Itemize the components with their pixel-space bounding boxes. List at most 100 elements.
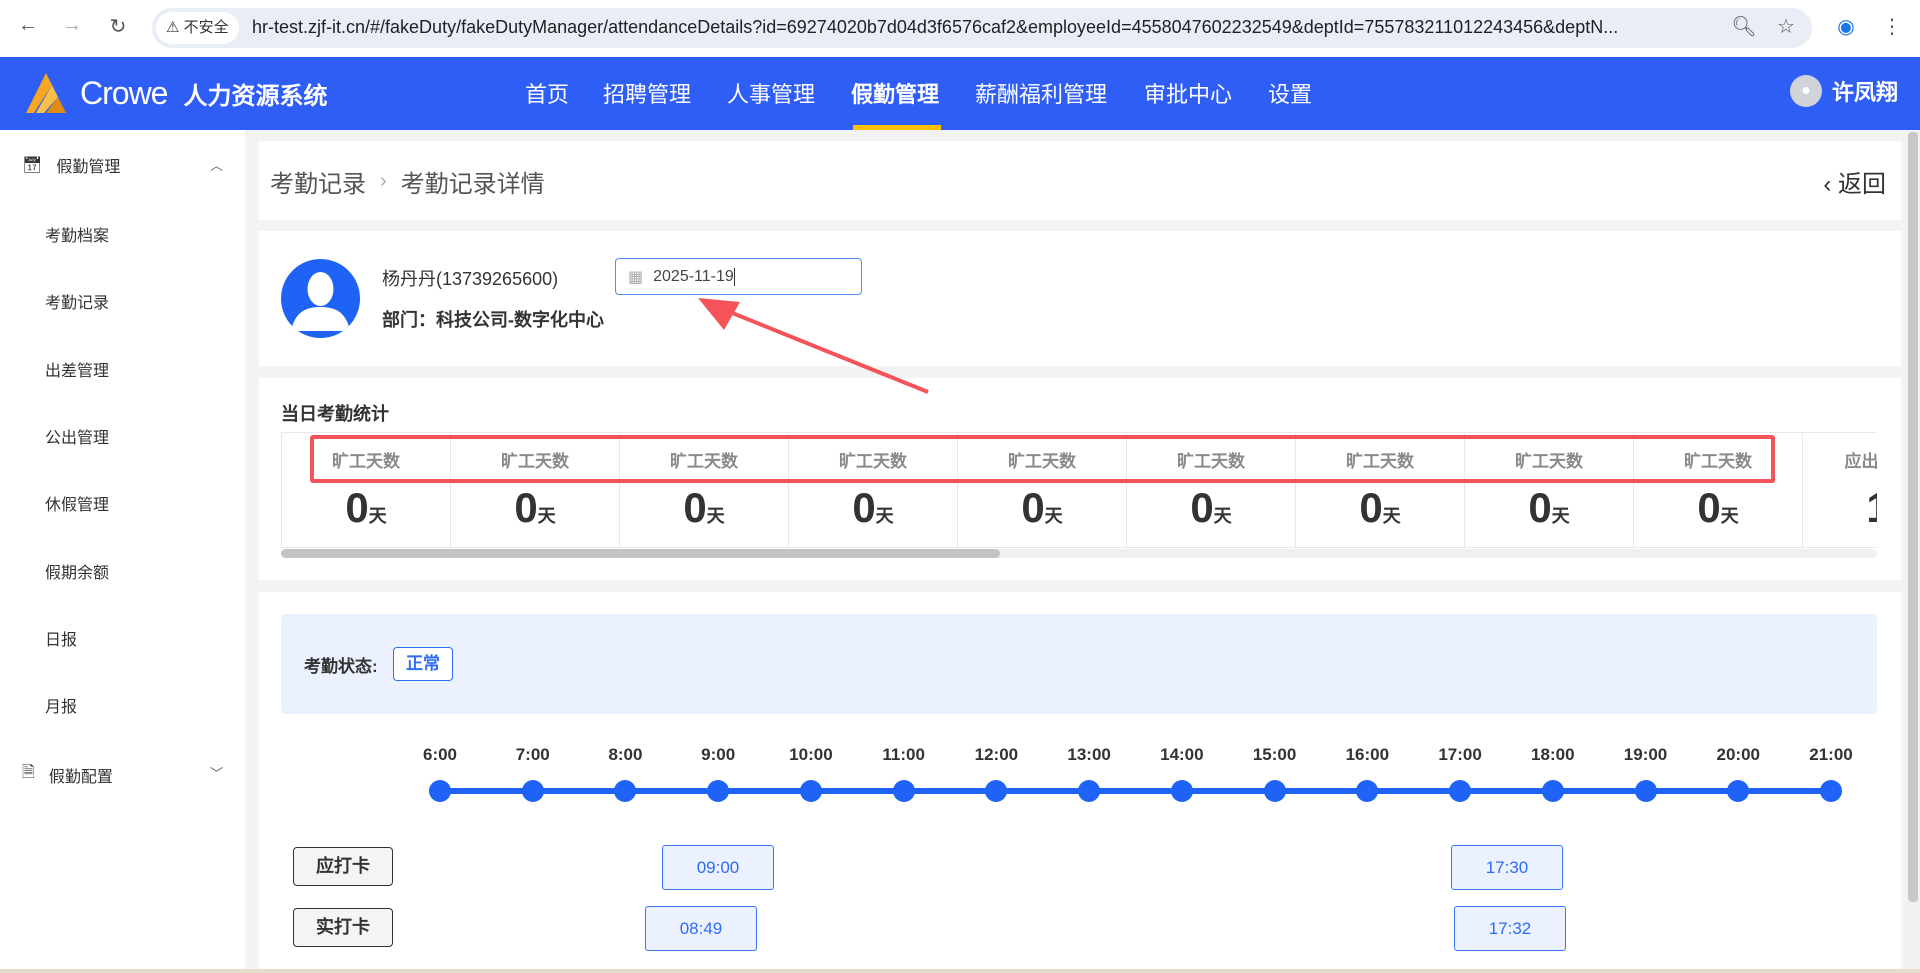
- timeline-dot: [1634, 780, 1657, 802]
- stat-number: 0: [514, 484, 538, 531]
- timeline-dot: [1820, 780, 1842, 802]
- timeline-dot: [1170, 780, 1193, 802]
- profile-icon[interactable]: ◉: [1832, 14, 1860, 39]
- chevron-up-icon[interactable]: ︿: [210, 155, 223, 174]
- calendar-icon: ▦: [628, 268, 644, 286]
- stats-title: 当日考勤统计: [281, 404, 389, 424]
- stat-number: 1: [1866, 484, 1877, 531]
- sidebar-item-official-outing[interactable]: 公出管理: [45, 424, 109, 448]
- url-text[interactable]: hr-test.zjf-it.cn/#/fakeDuty/fakeDutyMan…: [252, 17, 1618, 38]
- crowe-logo-icon: [26, 73, 66, 113]
- nav-approval[interactable]: 审批中心: [1144, 77, 1232, 109]
- stat-unit: 天: [1382, 506, 1401, 526]
- user-avatar-icon: ●: [1789, 75, 1822, 107]
- chevron-down-icon[interactable]: ﹀: [210, 763, 223, 782]
- timeline-hour-label: 10:00: [789, 745, 833, 764]
- horizontal-scrollbar-thumb[interactable]: [281, 549, 1000, 558]
- back-button[interactable]: ‹ 返回: [1823, 164, 1886, 199]
- actual-punch-button[interactable]: 实打卡: [293, 908, 393, 947]
- timeline-hour-label: 19:00: [1623, 745, 1668, 764]
- status-label: 考勤状态:: [304, 657, 378, 676]
- scheduled-time-in: 09:00: [662, 845, 774, 890]
- stat-number: 0: [1190, 484, 1214, 531]
- annotation-arrow: [698, 298, 929, 394]
- timeline-dot: [1449, 780, 1472, 802]
- sidebar-item-daily-report[interactable]: 日报: [45, 626, 77, 650]
- stat-unit: 天: [875, 506, 894, 526]
- annotation-highlight-box: [310, 435, 1775, 483]
- nav-payroll[interactable]: 薪酬福利管理: [975, 77, 1107, 109]
- sidebar-item-business-trip[interactable]: 出差管理: [45, 357, 109, 381]
- nav-home[interactable]: 首页: [525, 77, 569, 109]
- forward-arrow-icon[interactable]: →: [58, 14, 86, 37]
- actual-time-in: 08:49: [645, 906, 757, 951]
- stat-number: 0: [1697, 484, 1721, 531]
- stat-value: 0天: [620, 484, 788, 532]
- stat-unit: 天: [537, 506, 556, 526]
- sidebar: 📅︎ 假勤管理 ︿ 考勤档案 考勤记录 出差管理 公出管理 休假管理 假期余额 …: [0, 130, 245, 973]
- stat-number: 0: [683, 484, 707, 531]
- timeline-dot: [521, 780, 544, 802]
- sidebar-group-label: 假勤管理: [56, 159, 121, 176]
- document-search-icon: 🗎: [22, 764, 35, 781]
- nav-attendance[interactable]: 假勤管理: [851, 77, 939, 109]
- menu-dots-icon[interactable]: ⋮: [1878, 14, 1906, 39]
- stat-unit: 天: [706, 506, 725, 526]
- back-arrow-icon[interactable]: ←: [14, 14, 42, 37]
- stat-unit: 天: [1213, 506, 1232, 526]
- sidebar-item-leave[interactable]: 休假管理: [45, 491, 109, 515]
- timeline-hour-label: 20:00: [1716, 745, 1760, 764]
- scheduled-punch-button[interactable]: 应打卡: [293, 847, 393, 886]
- sidebar-group-attendance[interactable]: 📅︎ 假勤管理: [22, 153, 120, 177]
- stat-value: 1天: [1803, 484, 1877, 532]
- timeline-hour-label: 14:00: [1160, 745, 1204, 764]
- stat-label: 应出勤天数: [1844, 452, 1878, 471]
- user-name: 许凤翔: [1831, 80, 1898, 105]
- employee-department: 部门：科技公司-数字化中心: [382, 310, 604, 330]
- sidebar-item-attendance-archive[interactable]: 考勤档案: [45, 222, 109, 246]
- sidebar-item-attendance-records[interactable]: 考勤记录: [45, 289, 109, 313]
- sidebar-item-leave-balance[interactable]: 假期余额: [45, 559, 109, 583]
- timeline-hour-label: 13:00: [1067, 745, 1111, 764]
- stat-value: 0天: [1296, 484, 1464, 532]
- stat-number: 0: [345, 484, 369, 531]
- bookmark-star-icon[interactable]: ☆: [1772, 14, 1800, 39]
- stat-unit: 天: [368, 506, 387, 526]
- stat-value: 0天: [282, 484, 450, 532]
- stat-value: 0天: [1465, 484, 1633, 532]
- chevron-left-icon: ‹: [1823, 171, 1832, 198]
- user-menu[interactable]: ● 许凤翔: [1789, 75, 1898, 107]
- sidebar-group-config[interactable]: 🗎 假勤配置: [22, 761, 113, 788]
- security-chip[interactable]: ⚠ 不安全: [156, 12, 239, 44]
- stat-value: 0天: [958, 484, 1126, 532]
- stat-value: 0天: [1127, 484, 1295, 532]
- nav-personnel[interactable]: 人事管理: [727, 77, 815, 109]
- timeline-hour-label: 17:00: [1438, 745, 1482, 764]
- timeline-hour-label: 9:00: [701, 745, 736, 764]
- nav-recruitment[interactable]: 招聘管理: [603, 77, 691, 109]
- zoom-icon[interactable]: 🔍︎: [1730, 14, 1758, 39]
- nav-settings[interactable]: 设置: [1268, 77, 1312, 109]
- security-label: 不安全: [183, 19, 229, 36]
- logo[interactable]: Crowe 人力资源系统: [22, 71, 327, 115]
- active-nav-indicator: [853, 125, 941, 130]
- status-badge: 正常: [393, 647, 453, 681]
- stat-cell: 应出勤天数 1天: [1802, 433, 1878, 547]
- breadcrumb: 考勤记录 › 考勤记录详情: [270, 164, 545, 199]
- scheduled-time-out: 17:30: [1451, 845, 1563, 890]
- timeline-hour-label: 18:00: [1531, 745, 1575, 764]
- breadcrumb-parent[interactable]: 考勤记录: [270, 164, 366, 199]
- timeline-hour-label: 15:00: [1252, 745, 1297, 764]
- vertical-scrollbar-thumb[interactable]: [1908, 132, 1918, 902]
- stat-value: 0天: [451, 484, 619, 532]
- stat-unit: 天: [1720, 506, 1739, 526]
- timeline-hour-label: 6:00: [422, 745, 458, 764]
- reload-icon[interactable]: ↻: [104, 14, 132, 39]
- timeline-dot: [1263, 780, 1286, 802]
- stat-value: 0天: [1634, 484, 1802, 532]
- window-bottom-edge: [0, 969, 1920, 973]
- sidebar-item-monthly-report[interactable]: 月报: [45, 693, 77, 717]
- browser-toolbar: ← → ↻ ⚠ 不安全 hr-test.zjf-it.cn/#/fakeDuty…: [0, 0, 1920, 57]
- timeline-hour-label: 16:00: [1345, 745, 1390, 764]
- timeline-hour-label: 21:00: [1809, 745, 1853, 764]
